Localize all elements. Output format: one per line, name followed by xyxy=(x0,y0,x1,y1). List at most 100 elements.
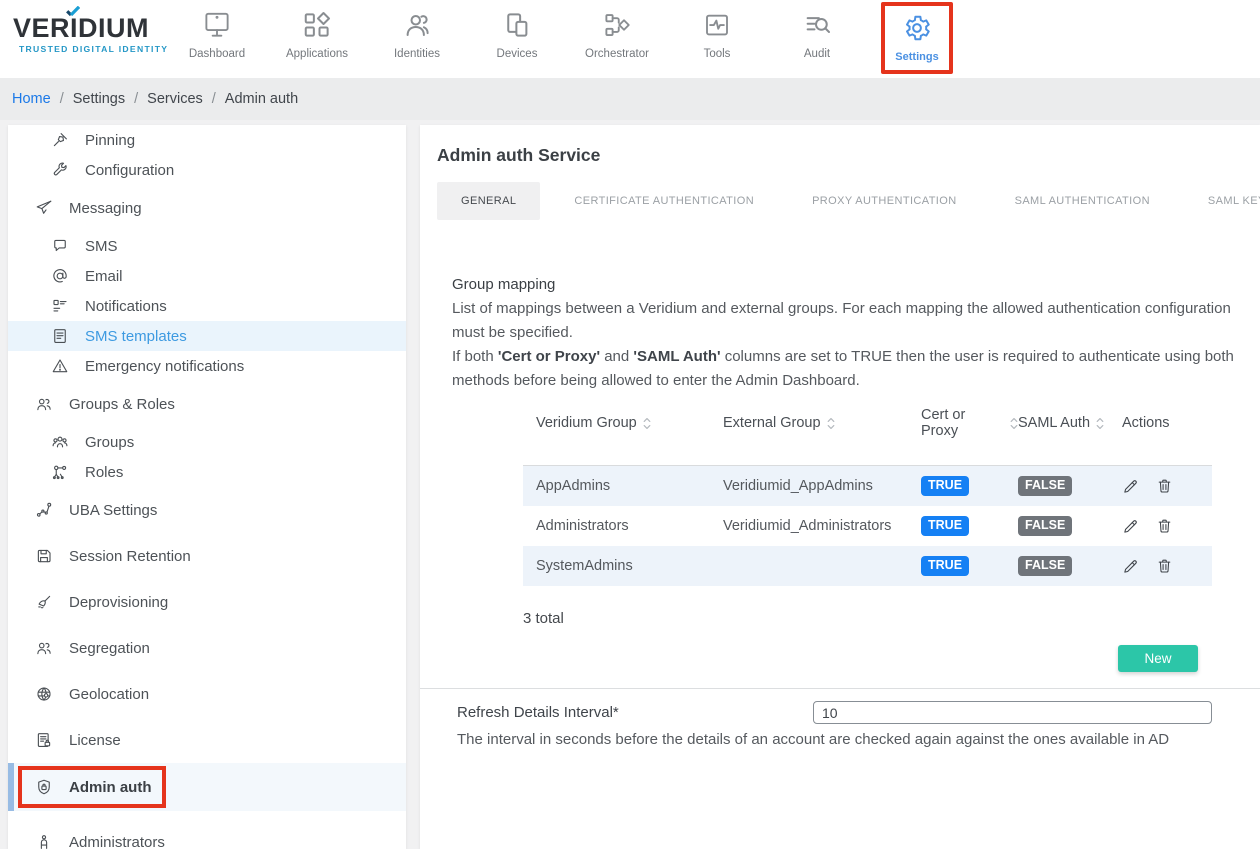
main-panel: Admin auth Service GENERAL CERTIFICATE AU… xyxy=(420,125,1260,849)
table-row-administrators: AdministratorsVeridiumid_AdministratorsT… xyxy=(523,506,1212,546)
sidebar-item-label: Segregation xyxy=(69,640,150,657)
new-button[interactable]: New xyxy=(1118,645,1198,672)
nav-item-identities[interactable]: Identities xyxy=(367,6,467,72)
paper-plane-icon xyxy=(34,199,53,218)
sidebar-item-groups-roles[interactable]: Groups & Roles xyxy=(8,389,406,419)
sidebar-item-segregation[interactable]: Segregation xyxy=(8,633,406,663)
column-header-label: Actions xyxy=(1122,415,1170,431)
nav-item-label: Applications xyxy=(286,48,348,60)
license-icon xyxy=(34,731,53,750)
saml-auth-cell: FALSE xyxy=(1018,556,1122,576)
column-header-label: External Group xyxy=(723,415,821,431)
brand-tagline: TRUSTED DIGITAL IDENTITY xyxy=(19,44,173,54)
sidebar-item-sms-templates[interactable]: SMS templates xyxy=(8,321,406,351)
sort-icon xyxy=(1010,417,1018,430)
tab-general[interactable]: GENERAL xyxy=(437,182,540,220)
breadcrumb-item-home[interactable]: Home xyxy=(12,91,51,107)
cert-or-proxy-badge: TRUE xyxy=(921,516,969,536)
nav-item-applications[interactable]: Applications xyxy=(267,6,367,72)
edit-pencil-icon[interactable] xyxy=(1122,557,1139,575)
delete-trash-icon[interactable] xyxy=(1156,557,1173,575)
sidebar-item-license[interactable]: License xyxy=(8,725,406,755)
sidebar-item-notifications[interactable]: Notifications xyxy=(8,291,406,321)
column-header-cert-or-proxy[interactable]: Cert or Proxy xyxy=(921,407,1018,439)
breadcrumb-separator: / xyxy=(60,91,64,107)
sidebar-item-admin-auth[interactable]: Admin auth xyxy=(8,763,406,811)
cert-or-proxy-badge: TRUE xyxy=(921,556,969,576)
sidebar-item-label: Geolocation xyxy=(69,686,149,703)
column-header-external-group[interactable]: External Group xyxy=(723,415,921,431)
refresh-interval-input[interactable] xyxy=(813,701,1212,724)
sidebar-item-emergency-notifications[interactable]: Emergency notifications xyxy=(8,351,406,381)
breadcrumb-item-settings[interactable]: Settings xyxy=(73,91,125,107)
saml-auth-badge: FALSE xyxy=(1018,556,1072,576)
sidebar-item-geolocation[interactable]: Geolocation xyxy=(8,679,406,709)
nav-item-orchestrator[interactable]: Orchestrator xyxy=(567,6,667,72)
nav-item-settings[interactable]: Settings xyxy=(867,6,967,72)
breadcrumb-item-services[interactable]: Services xyxy=(147,91,203,107)
group-mapping-heading: Group mapping xyxy=(452,276,1260,293)
sidebar-item-label: Configuration xyxy=(85,162,174,179)
tab-saml-authentication[interactable]: SAML AUTHENTICATION xyxy=(991,182,1174,220)
sidebar-item-uba-settings[interactable]: UBA Settings xyxy=(8,495,406,525)
annotation-settings-box: Settings xyxy=(881,2,952,74)
sidebar-item-messaging[interactable]: Messaging xyxy=(8,193,406,223)
section-divider xyxy=(420,688,1260,689)
sidebar-item-administrators[interactable]: Administrators xyxy=(8,827,406,849)
orchestrator-icon xyxy=(602,6,632,40)
saml-auth-cell: FALSE xyxy=(1018,516,1122,536)
delete-trash-icon[interactable] xyxy=(1156,477,1173,495)
sidebar-item-groups[interactable]: Groups xyxy=(8,427,406,457)
at-icon xyxy=(50,267,69,286)
nav-item-label: Settings xyxy=(895,51,938,63)
sidebar-item-pinning[interactable]: Pinning xyxy=(8,125,406,155)
tab-certificate-authentication[interactable]: CERTIFICATE AUTHENTICATION xyxy=(550,182,778,220)
delete-trash-icon[interactable] xyxy=(1156,517,1173,535)
actions-cell xyxy=(1122,477,1212,495)
saml-auth-badge: FALSE xyxy=(1018,476,1072,496)
cert-or-proxy-cell: TRUE xyxy=(921,516,1018,536)
floppy-icon xyxy=(34,547,53,566)
broom-icon xyxy=(34,593,53,612)
nav-item-dashboard[interactable]: Dashboard xyxy=(167,6,267,72)
sidebar-item-roles[interactable]: Roles xyxy=(8,457,406,487)
sidebar-item-deprovisioning[interactable]: Deprovisioning xyxy=(8,587,406,617)
people-icon xyxy=(34,639,53,658)
sidebar-item-label: Pinning xyxy=(85,132,135,149)
sidebar-item-configuration[interactable]: Configuration xyxy=(8,155,406,185)
nav-item-audit[interactable]: Audit xyxy=(767,6,867,72)
brand-name: VERIDIUM xyxy=(13,13,173,43)
logo-checkmark-icon xyxy=(66,6,80,17)
sidebar-item-label: Admin auth xyxy=(69,779,152,796)
pin-icon xyxy=(50,131,69,150)
sort-icon xyxy=(1096,417,1104,430)
warning-icon xyxy=(50,357,69,376)
edit-pencil-icon[interactable] xyxy=(1122,517,1139,535)
edit-pencil-icon[interactable] xyxy=(1122,477,1139,495)
sidebar-item-label: Notifications xyxy=(85,298,167,315)
sidebar-item-session-retention[interactable]: Session Retention xyxy=(8,541,406,571)
top-header: VERIDIUM TRUSTED DIGITAL IDENTITY Dashbo… xyxy=(0,0,1260,78)
tab-saml-keys[interactable]: SAML KEYS xyxy=(1184,182,1260,220)
column-header-saml-auth[interactable]: SAML Auth xyxy=(1018,415,1122,431)
veridium-group-cell: Administrators xyxy=(523,518,723,534)
table-header-row: Veridium GroupExternal Group Cert or Prox… xyxy=(523,407,1212,466)
tab-proxy-authentication[interactable]: PROXY AUTHENTICATION xyxy=(788,182,981,220)
graph-icon xyxy=(34,501,53,520)
shield-lock-icon xyxy=(34,778,53,797)
sidebar-item-label: Groups xyxy=(85,434,134,451)
sort-icon xyxy=(827,417,835,430)
sidebar-item-sms[interactable]: SMS xyxy=(8,231,406,261)
cert-or-proxy-cell: TRUE xyxy=(921,476,1018,496)
nav-item-label: Audit xyxy=(804,48,830,60)
column-header-veridium-group[interactable]: Veridium Group xyxy=(523,415,723,431)
refresh-interval-help: The interval in seconds before the detai… xyxy=(420,731,1260,748)
page-title: Admin auth Service xyxy=(420,125,1260,166)
nav-item-tools[interactable]: Tools xyxy=(667,6,767,72)
nav-item-devices[interactable]: Devices xyxy=(467,6,567,72)
sidebar-item-email[interactable]: Email xyxy=(8,261,406,291)
tab-bar: GENERAL CERTIFICATE AUTHENTICATION PROXY A… xyxy=(437,182,1260,220)
document-icon xyxy=(50,327,69,346)
globe-icon xyxy=(34,685,53,704)
settings-sidebar: Pinning Configuration Messaging SMSEmail Not… xyxy=(8,125,406,849)
